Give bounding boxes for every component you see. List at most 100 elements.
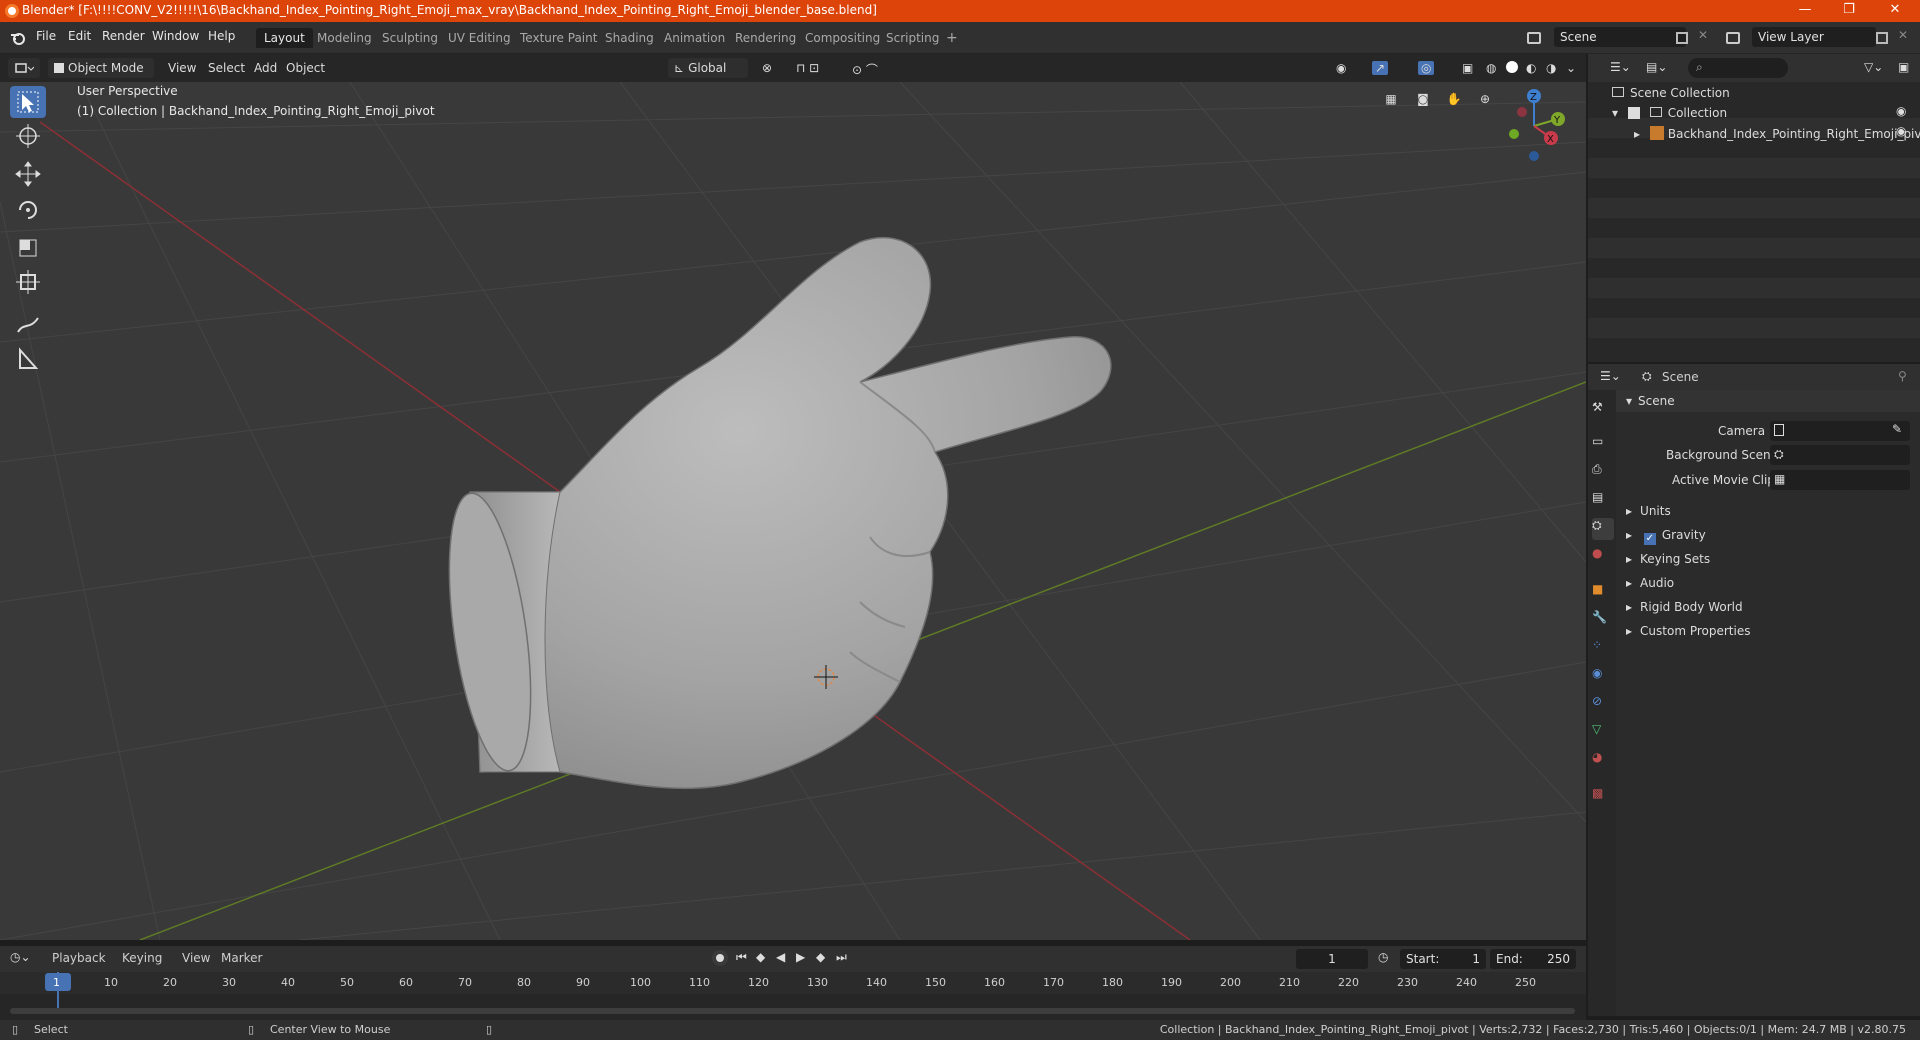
delete-scene-icon[interactable]: ✕ <box>1698 28 1708 42</box>
record-button[interactable] <box>712 950 728 966</box>
view-layer-field[interactable]: View Layer <box>1752 27 1876 47</box>
rotate-tool-icon[interactable] <box>10 194 46 226</box>
tool-tab-icon[interactable]: ⚒ <box>1592 400 1614 422</box>
close-button[interactable]: ✕ <box>1872 0 1918 22</box>
proportional-edit-icon[interactable]: ⊙ ⌒ <box>846 58 896 78</box>
outliner-scene-collection[interactable]: Scene Collection <box>1612 86 1730 100</box>
scene-tab-icon[interactable]: ⛭ <box>1592 518 1614 540</box>
shading-options-icon[interactable]: ⌄ <box>1560 58 1580 78</box>
output-tab-icon[interactable]: ⎙ <box>1592 462 1614 484</box>
play-icon[interactable]: ▶ <box>796 950 805 964</box>
menu-timeline-view[interactable]: View <box>182 951 210 965</box>
prev-keyframe-icon[interactable]: ◆ <box>756 950 765 964</box>
overlays-toggle-icon[interactable]: ◎ <box>1412 58 1452 78</box>
tab-texture-paint[interactable]: Texture Paint <box>512 28 605 48</box>
material-shading-icon[interactable]: ◐ <box>1520 58 1542 78</box>
delete-view-layer-icon[interactable]: ✕ <box>1898 28 1908 42</box>
menu-keying[interactable]: Keying <box>122 951 162 965</box>
modifier-tab-icon[interactable]: 🔧 <box>1592 610 1614 632</box>
pan-hand-icon[interactable]: ✋ <box>1443 88 1465 110</box>
display-mode-icon[interactable]: ▤⌄ <box>1646 60 1667 74</box>
menu-playback[interactable]: Playback <box>52 951 106 965</box>
gizmo-toggle-icon[interactable]: ↗ <box>1366 58 1406 78</box>
background-scene-field[interactable]: ⛭ <box>1770 445 1910 465</box>
particles-tab-icon[interactable]: ⁘ <box>1592 638 1614 660</box>
transform-orientation-dropdown[interactable]: ⊾ Global <box>668 58 748 78</box>
move-tool-icon[interactable] <box>10 158 46 190</box>
outliner-object[interactable]: ▸ Backhand_Index_Pointing_Right_Emoji_pi… <box>1634 126 1920 141</box>
3d-viewport[interactable]: User Perspective (1) Collection | Backha… <box>0 82 1586 940</box>
jump-start-icon[interactable]: ⏮ <box>736 950 747 965</box>
mode-dropdown[interactable]: Object Mode <box>48 58 154 78</box>
view-layer-icon[interactable] <box>1726 32 1740 44</box>
select-box-tool-icon[interactable] <box>10 86 46 118</box>
constraints-tab-icon[interactable]: ⊘ <box>1592 694 1614 716</box>
hand-model[interactable] <box>435 236 1112 790</box>
new-collection-icon[interactable]: ▣ <box>1898 60 1909 74</box>
physics-tab-icon[interactable]: ◉ <box>1592 666 1614 688</box>
menu-select[interactable]: Select <box>202 58 251 78</box>
data-tab-icon[interactable]: ▽ <box>1592 722 1614 744</box>
tab-animation[interactable]: Animation <box>656 28 733 48</box>
next-keyframe-icon[interactable]: ◆ <box>816 950 825 964</box>
menu-file[interactable]: File <box>36 29 56 43</box>
current-frame-field[interactable]: 1 <box>1296 949 1368 969</box>
clock-icon[interactable]: ◷ <box>1378 950 1388 964</box>
custom-properties-section[interactable]: ▸ Custom Properties <box>1626 624 1750 638</box>
wireframe-shading-icon[interactable]: ◍ <box>1480 58 1502 78</box>
eye-icon[interactable]: ◉ <box>1896 124 1906 138</box>
tab-uv-editing[interactable]: UV Editing <box>440 28 519 48</box>
tab-sculpting[interactable]: Sculpting <box>374 28 446 48</box>
play-reverse-icon[interactable]: ◀ <box>776 950 785 964</box>
camera-field[interactable]: ✎ <box>1770 421 1910 441</box>
new-view-layer-icon[interactable] <box>1876 32 1888 44</box>
annotate-tool-icon[interactable] <box>10 308 46 340</box>
view-layer-tab-icon[interactable]: ▤ <box>1592 490 1614 512</box>
menu-render[interactable]: Render <box>102 29 145 43</box>
solid-shading-icon[interactable] <box>1500 58 1522 78</box>
gravity-section[interactable]: ▸ ✓ Gravity <box>1626 528 1706 545</box>
snap-icon[interactable]: ⊓ ⊡ <box>790 58 834 78</box>
menu-view[interactable]: View <box>162 58 202 78</box>
transform-tool-icon[interactable] <box>10 266 46 298</box>
filter-icon[interactable]: ▽⌄ <box>1864 60 1883 74</box>
eyedropper-icon[interactable]: ✎ <box>1892 422 1902 436</box>
active-movie-clip-field[interactable]: ▦ <box>1770 470 1910 490</box>
blender-menu-icon[interactable] <box>10 30 26 46</box>
rigid-body-world-section[interactable]: ▸ Rigid Body World <box>1626 600 1743 614</box>
collection-checkbox[interactable] <box>1627 107 1640 119</box>
measure-tool-icon[interactable] <box>10 342 46 374</box>
tab-modeling[interactable]: Modeling <box>309 28 380 48</box>
tab-shading[interactable]: Shading <box>597 28 662 48</box>
pivot-point-icon[interactable]: ⊗ <box>756 58 786 78</box>
visibility-icon[interactable]: ◉ <box>1330 58 1364 78</box>
scene-selector-icon[interactable] <box>1527 32 1541 44</box>
xray-toggle-icon[interactable]: ▣ <box>1456 58 1478 78</box>
audio-section[interactable]: ▸ Audio <box>1626 576 1674 590</box>
texture-tab-icon[interactable]: ▩ <box>1592 786 1614 808</box>
rendered-shading-icon[interactable]: ◑ <box>1540 58 1562 78</box>
material-tab-icon[interactable]: ◕ <box>1592 750 1614 772</box>
camera-view-icon[interactable]: ◙ <box>1412 88 1434 110</box>
end-frame-field[interactable]: End: 250 <box>1490 949 1576 969</box>
add-workspace-icon[interactable]: + <box>946 30 958 46</box>
eye-icon[interactable]: ◉ <box>1896 104 1906 118</box>
grid-view-icon[interactable]: ▦ <box>1380 88 1402 110</box>
zoom-icon[interactable]: ⊕ <box>1474 88 1496 110</box>
editor-type-icon[interactable] <box>8 58 40 78</box>
world-tab-icon[interactable]: ● <box>1592 546 1614 568</box>
jump-end-icon[interactable]: ⏭ <box>836 950 847 965</box>
tab-compositing[interactable]: Compositing <box>797 28 888 48</box>
new-scene-icon[interactable] <box>1676 32 1688 44</box>
menu-window[interactable]: Window <box>152 29 199 43</box>
gravity-checkbox[interactable]: ✓ <box>1643 533 1656 545</box>
cursor-tool-icon[interactable] <box>10 120 46 152</box>
navigation-gizmo[interactable]: Z Y X <box>1494 86 1574 166</box>
object-tab-icon[interactable]: ■ <box>1592 582 1614 604</box>
timeline-scrollbar[interactable] <box>10 1008 1575 1014</box>
start-frame-field[interactable]: Start: 1 <box>1400 949 1486 969</box>
tab-scripting[interactable]: Scripting <box>878 28 947 48</box>
keying-sets-section[interactable]: ▸ Keying Sets <box>1626 552 1710 566</box>
menu-help[interactable]: Help <box>208 29 235 43</box>
outliner-editor-type-icon[interactable]: ☰⌄ <box>1610 60 1631 74</box>
